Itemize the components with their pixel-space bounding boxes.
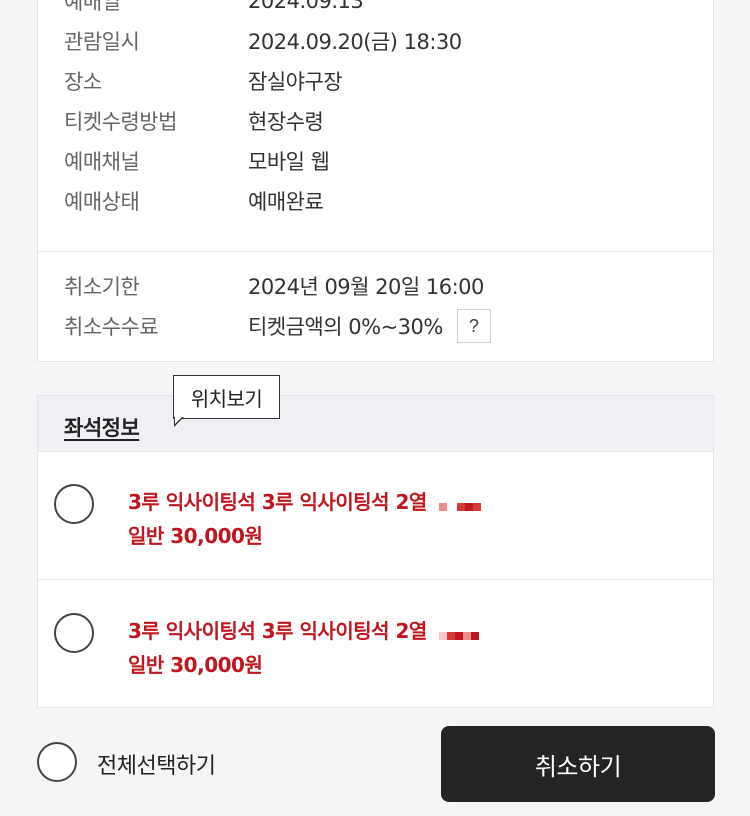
info-label: 취소기한 [64, 275, 140, 299]
select-all-label[interactable]: 전체선택하기 [97, 748, 216, 780]
info-value: 예매완료 [248, 190, 324, 214]
info-value: 잠실야구장 [248, 70, 343, 94]
info-row-venue: 장소 잠실야구장 [64, 66, 343, 96]
info-value: 티켓금액의 0%~30% [248, 315, 443, 339]
info-row-pickup-method: 티켓수령방법 현장수령 [64, 106, 324, 136]
view-location-tooltip[interactable]: 위치보기 [173, 375, 280, 419]
info-row-status: 예매상태 예매완료 [64, 186, 324, 216]
seat-location: 3루 익사이팅석 3루 익사이팅석 2열 [128, 615, 480, 645]
seat-location: 3루 익사이팅석 3루 익사이팅석 2열 [128, 486, 482, 516]
info-label: 취소수수료 [64, 315, 159, 339]
info-row-booking-date: 예매일 2024.09.13 [64, 0, 364, 16]
info-label: 티켓수령방법 [64, 110, 177, 134]
info-label: 예매채널 [64, 150, 140, 174]
tooltip-tail-inner [175, 416, 183, 424]
info-divider [38, 251, 713, 252]
info-value: 2024.09.13 [248, 0, 364, 13]
info-value: 2024.09.20(금) 18:30 [248, 30, 462, 54]
cancel-button[interactable]: 취소하기 [441, 726, 715, 802]
info-value: 모바일 웹 [248, 150, 330, 174]
seat-price: 일반 30,000원 [128, 653, 263, 677]
info-label: 예매상태 [64, 190, 140, 214]
seat-info-title: 좌석정보 [64, 416, 140, 440]
info-label: 관람일시 [64, 30, 140, 54]
info-row-channel: 예매채널 모바일 웹 [64, 146, 330, 176]
select-all-radio[interactable] [37, 742, 77, 782]
seat-price: 일반 30,000원 [128, 524, 263, 548]
seat-info-card: 좌석정보 3루 익사이팅석 3루 익사이팅석 2열 일반 30,000원 3루 … [37, 395, 714, 708]
seat-radio[interactable] [54, 613, 94, 653]
info-value: 2024년 09월 20일 16:00 [248, 275, 484, 299]
fee-help-button[interactable]: ? [456, 309, 491, 343]
info-row-show-datetime: 관람일시 2024.09.20(금) 18:30 [64, 26, 462, 56]
seat-list-item[interactable]: 3루 익사이팅석 3루 익사이팅석 2열 일반 30,000원 [38, 452, 713, 580]
info-row-cancel-fee: 취소수수료 티켓금액의 0%~30% ? [64, 309, 491, 343]
info-row-cancel-deadline: 취소기한 2024년 09월 20일 16:00 [64, 271, 484, 301]
seat-radio[interactable] [54, 484, 94, 524]
info-label: 예매일 [64, 0, 121, 14]
info-label: 장소 [64, 70, 102, 94]
seat-info-header: 좌석정보 [38, 396, 713, 452]
seat-location-text: 3루 익사이팅석 3루 익사이팅석 2열 [128, 490, 427, 514]
seat-number-mosaic [439, 492, 482, 516]
ticket-info-card: 예매일 2024.09.13 관람일시 2024.09.20(금) 18:30 … [37, 0, 714, 362]
seat-location-text: 3루 익사이팅석 3루 익사이팅석 2열 [128, 619, 427, 643]
info-value: 현장수령 [248, 110, 324, 134]
seat-number-mosaic [439, 621, 480, 645]
seat-list-item[interactable]: 3루 익사이팅석 3루 익사이팅석 2열 일반 30,000원 [38, 581, 713, 709]
